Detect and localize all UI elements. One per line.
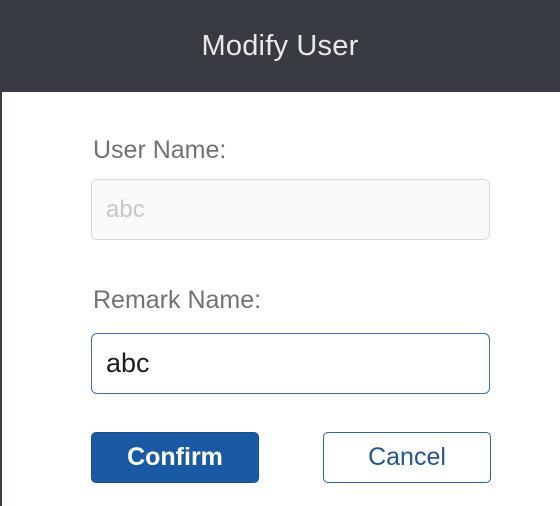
modify-user-dialog: Modify User User Name: Remark Name: Conf… xyxy=(0,0,560,506)
cancel-button[interactable]: Cancel xyxy=(323,432,491,483)
dialog-titlebar: Modify User xyxy=(0,0,560,92)
dialog-title: Modify User xyxy=(201,29,359,62)
remark-name-input[interactable] xyxy=(91,333,490,394)
confirm-button[interactable]: Confirm xyxy=(91,432,259,483)
user-name-label: User Name: xyxy=(93,136,227,164)
dialog-left-border xyxy=(0,0,2,506)
remark-name-label: Remark Name: xyxy=(93,286,262,314)
user-name-input xyxy=(91,179,490,240)
